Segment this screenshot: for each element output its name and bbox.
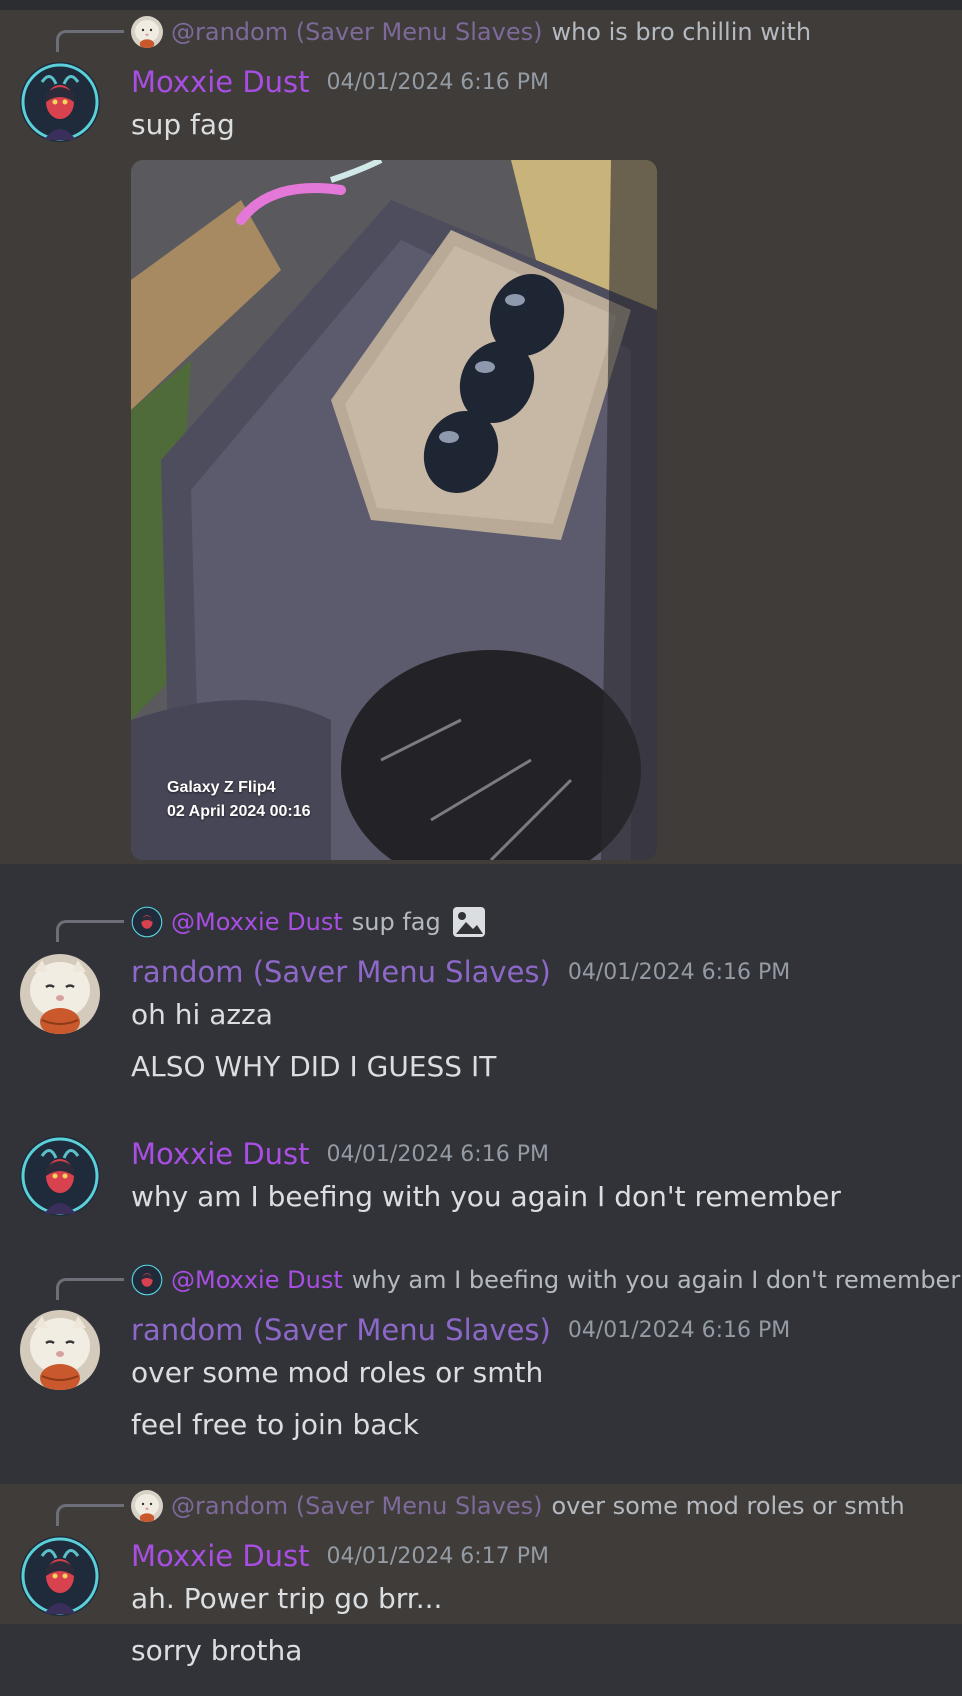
message-header: Moxxie Dust 04/01/2024 6:17 PM bbox=[131, 1536, 549, 1576]
timestamp[interactable]: 04/01/2024 6:17 PM bbox=[327, 1544, 549, 1569]
reply-avatar bbox=[131, 906, 163, 938]
username[interactable]: Moxxie Dust bbox=[131, 65, 310, 99]
reply-mention[interactable]: @random (Saver Menu Slaves) bbox=[171, 1492, 542, 1520]
avatar-random[interactable] bbox=[20, 954, 100, 1034]
message-group: @random (Saver Menu Slaves) over some mo… bbox=[0, 1484, 962, 1696]
reply-mention[interactable]: @Moxxie Dust bbox=[171, 908, 343, 936]
reply-spine bbox=[56, 920, 124, 942]
camera-model: Galaxy Z Flip4 bbox=[167, 779, 276, 796]
image-attachment[interactable]: Galaxy Z Flip4 02 April 2024 00:16 bbox=[131, 160, 657, 860]
message-text: why am I beefing with you again I don't … bbox=[131, 1180, 841, 1213]
message-header: Moxxie Dust 04/01/2024 6:16 PM bbox=[131, 1134, 549, 1174]
reply-mention[interactable]: @Moxxie Dust bbox=[171, 1266, 343, 1294]
avatar-moxxie[interactable] bbox=[20, 1536, 100, 1616]
message-header: random (Saver Menu Slaves) 04/01/2024 6:… bbox=[131, 1310, 790, 1350]
reply-preview[interactable]: @Moxxie Dust sup fag bbox=[131, 906, 487, 938]
username[interactable]: Moxxie Dust bbox=[131, 1539, 310, 1573]
message-text: ah. Power trip go brr... bbox=[131, 1582, 443, 1615]
capture-date: 02 April 2024 00:16 bbox=[167, 803, 311, 820]
timestamp[interactable]: 04/01/2024 6:16 PM bbox=[568, 1318, 790, 1343]
message-text: feel free to join back bbox=[131, 1408, 419, 1441]
reply-text: why am I beefing with you again I don't … bbox=[351, 1266, 961, 1294]
reply-text: over some mod roles or smth bbox=[551, 1492, 905, 1520]
reply-avatar bbox=[131, 1490, 163, 1522]
message-group: Moxxie Dust 04/01/2024 6:16 PM why am I … bbox=[0, 1132, 962, 1232]
message-text: sup fag bbox=[131, 108, 235, 141]
timestamp[interactable]: 04/01/2024 6:16 PM bbox=[327, 70, 549, 95]
timestamp[interactable]: 04/01/2024 6:16 PM bbox=[327, 1142, 549, 1167]
username[interactable]: random (Saver Menu Slaves) bbox=[131, 1313, 551, 1347]
message-text: ALSO WHY DID I GUESS IT bbox=[131, 1050, 497, 1083]
reply-spine bbox=[56, 1504, 124, 1526]
reply-preview[interactable]: @random (Saver Menu Slaves) who is bro c… bbox=[131, 16, 811, 48]
top-edge bbox=[0, 0, 962, 10]
photo-watermark: Galaxy Z Flip4 02 April 2024 00:16 bbox=[167, 776, 311, 824]
message-text: over some mod roles or smth bbox=[131, 1356, 544, 1389]
message-header: random (Saver Menu Slaves) 04/01/2024 6:… bbox=[131, 952, 790, 992]
message-group: @Moxxie Dust sup fag random (Saver Menu … bbox=[0, 896, 962, 1086]
reply-preview[interactable]: @Moxxie Dust why am I beefing with you a… bbox=[131, 1264, 960, 1296]
username[interactable]: random (Saver Menu Slaves) bbox=[131, 955, 551, 989]
message-text: sorry brotha bbox=[131, 1634, 303, 1667]
image-icon bbox=[451, 905, 487, 939]
timestamp[interactable]: 04/01/2024 6:16 PM bbox=[568, 960, 790, 985]
message-text: oh hi azza bbox=[131, 998, 273, 1031]
reply-avatar bbox=[131, 1264, 163, 1296]
avatar-random[interactable] bbox=[20, 1310, 100, 1390]
reply-text: sup fag bbox=[351, 908, 441, 936]
message-group: @random (Saver Menu Slaves) who is bro c… bbox=[0, 10, 962, 864]
message-header: Moxxie Dust 04/01/2024 6:16 PM bbox=[131, 62, 549, 102]
message-group: @Moxxie Dust why am I beefing with you a… bbox=[0, 1262, 962, 1452]
avatar-moxxie[interactable] bbox=[20, 62, 100, 142]
avatar-moxxie[interactable] bbox=[20, 1136, 100, 1216]
username[interactable]: Moxxie Dust bbox=[131, 1137, 310, 1171]
reply-mention[interactable]: @random (Saver Menu Slaves) bbox=[171, 18, 542, 46]
reply-preview[interactable]: @random (Saver Menu Slaves) over some mo… bbox=[131, 1490, 905, 1522]
reply-text: who is bro chillin with bbox=[551, 18, 812, 46]
reply-spine bbox=[56, 30, 124, 52]
reply-avatar bbox=[131, 16, 163, 48]
reply-spine bbox=[56, 1278, 124, 1300]
